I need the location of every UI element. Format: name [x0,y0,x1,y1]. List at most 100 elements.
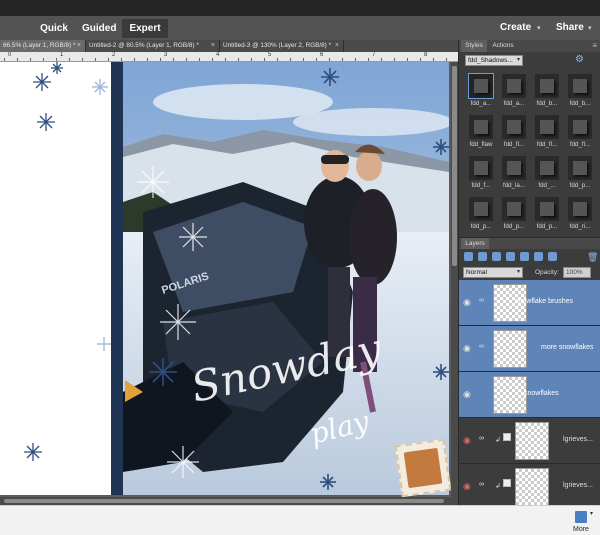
gear-icon[interactable]: ⚙ [575,54,584,65]
doc-tab-3[interactable]: Untitled-3 @ 130% (Layer 2, RGB/8) * × [220,40,344,52]
link-layers-icon[interactable] [520,252,529,261]
more-panels-icon[interactable] [575,511,587,523]
trash-icon[interactable]: 🗑 [587,252,598,263]
style-item[interactable]: fdd_fl... [531,113,563,153]
more-caret-icon[interactable]: ▾ [590,510,593,517]
layer-name: snowflakes [524,390,559,397]
document-canvas[interactable]: POLARIS Snowday play [0,62,458,505]
tab-expert[interactable]: Expert [122,19,168,38]
layer-thumbnail [493,376,527,414]
style-thumbnail [568,197,592,221]
style-item[interactable]: fdd_la... [498,154,530,194]
ruler-tick [121,58,122,61]
style-item-label: fdd_p... [503,223,525,230]
adjustment-layer-icon[interactable] [492,252,501,261]
ruler-label: 7 [372,52,376,58]
blend-mode-select[interactable]: Normal ▾ [463,267,523,278]
link-icon[interactable]: ∞ [479,297,484,304]
ruler-label: 1 [60,52,64,58]
style-item[interactable]: fdd_fl... [498,113,530,153]
link-icon[interactable]: ∞ [479,435,484,442]
close-icon[interactable]: × [77,40,81,52]
eye-icon[interactable]: ◉ [463,343,471,354]
ruler-tick [251,58,252,61]
ruler-tick [329,58,330,61]
mask-thumbnail [503,479,511,487]
ruler-tick [108,58,109,61]
lock-all-icon[interactable] [548,252,557,261]
style-thumbnail [469,156,493,180]
ruler-tick [433,58,434,61]
style-item[interactable]: fdd_fl... [564,113,596,153]
scroll-thumb[interactable] [4,499,444,503]
ruler-tick [303,58,304,61]
lock-icon[interactable] [534,252,543,261]
layer-name: more snowflakes [541,344,594,351]
link-icon[interactable]: ∞ [479,343,484,350]
style-item[interactable]: fdd_ri... [564,195,596,235]
opacity-field[interactable]: 100% [563,267,591,278]
share-caret-icon[interactable]: ▾ [588,24,592,32]
style-item[interactable]: fdd_b... [564,72,596,112]
vertical-scrollbar[interactable] [451,62,458,505]
layer-mask-icon[interactable] [506,252,515,261]
eye-icon[interactable]: ◉ [463,435,471,446]
eye-icon[interactable]: ◉ [463,389,471,400]
style-item[interactable]: fdd_... [531,154,563,194]
snowflake-icon [179,223,207,251]
close-icon[interactable]: × [211,40,215,52]
more-button-label[interactable]: More [573,526,589,533]
panel-menu-icon[interactable]: ≡ [592,40,597,52]
style-item[interactable]: fdd_a... [498,72,530,112]
create-caret-icon[interactable]: ▾ [537,24,541,32]
layer-row[interactable]: ◉ ∞ snowflake brushes [459,280,600,326]
tab-guided[interactable]: Guided [82,19,116,38]
style-library-value: fdd_Shadows... [468,57,513,64]
style-item-label: fdd_flaw [469,141,493,148]
horizontal-scrollbar[interactable] [0,497,451,505]
create-menu[interactable]: Create [500,22,531,33]
style-item[interactable]: fdd_p... [465,195,497,235]
layer-row[interactable]: ◉ ∞ ↲ lgrieves... [459,418,600,464]
layer-row[interactable]: ◉ ∞ ↲ lgrieves... [459,464,600,510]
tab-actions[interactable]: Actions [489,40,517,52]
link-icon[interactable]: ∞ [479,481,484,488]
style-thumbnail [469,197,493,221]
layer-name: lgrieves... [563,482,593,489]
ruler-tick [134,58,135,61]
doc-tab-2[interactable]: Untitled-2 @ 80.5% (Layer 1, RGB/8) * × [86,40,220,52]
style-item[interactable]: fdd_p... [498,195,530,235]
layer-row[interactable]: ◉ ∞ more snowflakes [459,326,600,372]
style-item[interactable]: fdd_b... [531,72,563,112]
ruler-tick [446,58,447,61]
layer-row[interactable]: ◉ snowflakes [459,372,600,418]
style-item[interactable]: fdd_f... [465,154,497,194]
new-group-icon[interactable] [478,252,487,261]
style-thumbnail [535,115,559,139]
style-thumbnail [502,115,526,139]
scroll-thumb[interactable] [452,66,457,266]
style-library-select[interactable]: fdd_Shadows... ▾ [465,55,523,66]
doc-tab-1[interactable]: 66.5% (Layer 1, RGB/8) * × [0,40,86,52]
opacity-label: Opacity: [535,269,559,276]
style-item-label: fdd_f... [471,182,491,189]
ruler-label: 3 [164,52,168,58]
tab-quick[interactable]: Quick [38,19,70,38]
style-item-label: fdd_ri... [569,223,591,230]
new-layer-icon[interactable] [464,252,473,261]
tab-styles[interactable]: Styles [461,40,487,52]
style-item[interactable]: fdd_flaw [465,113,497,153]
styles-panel-tabs: Styles Actions ≡ [459,40,600,52]
snowflake-icon [33,73,51,91]
snowmobile-photo: POLARIS Snowday play [123,62,449,495]
eye-icon[interactable]: ◉ [463,481,471,492]
share-menu[interactable]: Share [556,22,584,33]
ruler-tick [420,58,421,61]
style-item[interactable]: fdd_a... [465,72,497,112]
close-icon[interactable]: × [335,40,339,52]
style-item[interactable]: fdd_p... [531,195,563,235]
ruler-tick [212,58,213,61]
eye-icon[interactable]: ◉ [463,297,471,308]
style-item[interactable]: fdd_p... [564,154,596,194]
ruler-tick [30,58,31,61]
